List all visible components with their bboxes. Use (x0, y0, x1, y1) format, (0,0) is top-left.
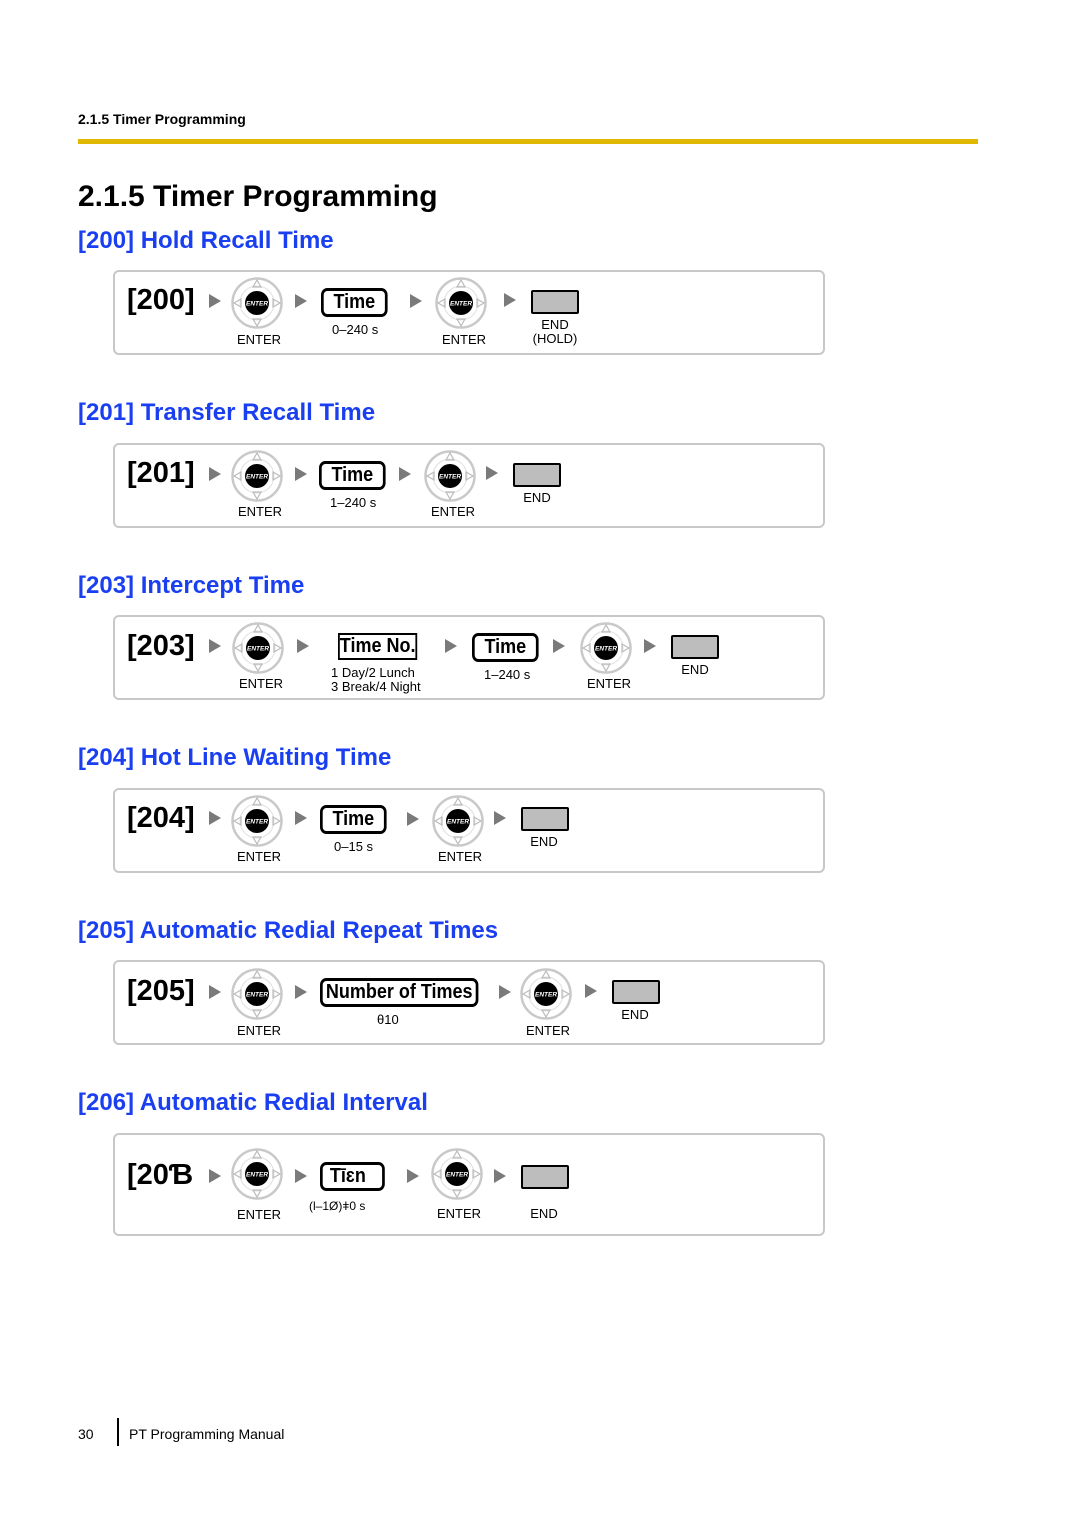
end-key-icon[interactable] (671, 635, 719, 659)
enter-navigator-key-icon[interactable] (231, 968, 283, 1020)
range-label: θ10 (377, 1012, 399, 1027)
time-number-option: 1 Day/2 Lunch (331, 665, 415, 680)
header-rule (78, 139, 978, 144)
end-label: END (541, 317, 569, 332)
program-code-201: [201] (127, 457, 195, 489)
section-title-206: [206] Automatic Redial Interval (78, 1089, 428, 1116)
enter-label: ENTER (237, 504, 283, 519)
footer-divider (117, 1418, 119, 1446)
triangle-right-icon (553, 639, 565, 653)
enter-navigator-key-icon[interactable] (231, 450, 283, 502)
triangle-right-icon (494, 1169, 506, 1183)
time-number-option: 3 Break/4 Night (331, 679, 421, 694)
triangle-right-icon (644, 639, 656, 653)
program-code-206: [20Ɓ (127, 1159, 194, 1191)
enter-navigator-key-icon[interactable] (520, 968, 572, 1020)
section-title-203: [203] Intercept Time (78, 572, 305, 599)
enter-label: ENTER (441, 332, 487, 347)
end-label: END (530, 1206, 558, 1221)
enter-navigator-key-icon[interactable] (232, 622, 284, 674)
end-label: END (621, 1007, 649, 1022)
enter-label: ENTER (236, 332, 282, 347)
triangle-right-icon (399, 467, 411, 481)
enter-label: ENTER (236, 1023, 282, 1038)
triangle-right-icon (585, 984, 597, 998)
end-key-icon[interactable] (513, 463, 561, 487)
triangle-right-icon (486, 466, 498, 480)
triangle-right-icon (209, 811, 221, 825)
range-label: (l–1Ø)ǂ0 s (309, 1199, 366, 1213)
enter-navigator-key-icon[interactable] (435, 277, 487, 329)
end-key-icon[interactable] (612, 980, 660, 1004)
enter-label: ENTER (586, 676, 632, 691)
triangle-right-icon (407, 1169, 419, 1183)
triangle-right-icon (209, 639, 221, 653)
time-input-key[interactable]: Time (319, 461, 386, 490)
program-code-204: [204] (127, 802, 195, 834)
running-head: 2.1.5 Timer Programming (78, 111, 246, 127)
enter-label: ENTER (430, 504, 476, 519)
time-input-key[interactable]: Tīɛn (320, 1162, 385, 1191)
triangle-right-icon (295, 1169, 307, 1183)
range-label: 0–240 s (332, 322, 379, 337)
enter-label: ENTER (238, 676, 284, 691)
triangle-right-icon (494, 811, 506, 825)
triangle-right-icon (410, 294, 422, 308)
end-sub-label: (HOLD) (532, 331, 578, 346)
page-title: 2.1.5 Timer Programming (78, 180, 438, 213)
enter-label: ENTER (437, 849, 483, 864)
manual-title: PT Programming Manual (129, 1426, 285, 1442)
end-key-icon[interactable] (521, 807, 569, 831)
section-title-204: [204] Hot Line Waiting Time (78, 744, 392, 771)
triangle-right-icon (504, 293, 516, 307)
program-code-205: [205] (127, 975, 195, 1007)
range-label: 1–240 s (330, 495, 377, 510)
enter-label: ENTER (236, 849, 282, 864)
triangle-right-icon (407, 812, 419, 826)
enter-label: ENTER (236, 1207, 282, 1222)
section-title-205: [205] Automatic Redial Repeat Times (78, 917, 499, 944)
triangle-right-icon (295, 811, 307, 825)
enter-navigator-key-icon[interactable] (431, 1148, 483, 1200)
enter-navigator-key-icon[interactable] (424, 450, 476, 502)
range-label: 1–240 s (484, 667, 531, 682)
enter-navigator-key-icon[interactable] (231, 277, 283, 329)
time-input-key[interactable]: Time (320, 805, 387, 834)
end-label: END (530, 834, 558, 849)
enter-label: ENTER (525, 1023, 571, 1038)
range-label: 0–15 s (334, 839, 374, 854)
enter-navigator-key-icon[interactable] (580, 622, 632, 674)
end-label: END (523, 490, 551, 505)
time-input-key[interactable]: Time (321, 288, 388, 317)
page-number: 30 (78, 1426, 94, 1442)
time-number-input-key[interactable]: Time No. (338, 633, 418, 660)
triangle-right-icon (209, 985, 221, 999)
triangle-right-icon (295, 467, 307, 481)
enter-navigator-key-icon[interactable] (231, 795, 283, 847)
triangle-right-icon (499, 985, 511, 999)
triangle-right-icon (297, 639, 309, 653)
triangle-right-icon (295, 985, 307, 999)
end-key-icon[interactable] (521, 1165, 569, 1189)
number-of-times-input-key[interactable]: Number of Times (320, 978, 479, 1007)
enter-label: ENTER (436, 1206, 482, 1221)
triangle-right-icon (445, 639, 457, 653)
end-key-icon[interactable] (531, 290, 579, 314)
triangle-right-icon (295, 294, 307, 308)
triangle-right-icon (209, 294, 221, 308)
end-label: END (681, 662, 709, 677)
triangle-right-icon (209, 1169, 221, 1183)
time-input-key[interactable]: Time (472, 633, 539, 662)
program-code-200: [200] (127, 284, 195, 316)
section-title-200: [200] Hold Recall Time (78, 227, 334, 254)
enter-navigator-key-icon[interactable] (432, 795, 484, 847)
enter-navigator-key-icon[interactable] (231, 1148, 283, 1200)
program-code-203: [203] (127, 630, 195, 662)
triangle-right-icon (209, 467, 221, 481)
section-title-201: [201] Transfer Recall Time (78, 399, 376, 426)
